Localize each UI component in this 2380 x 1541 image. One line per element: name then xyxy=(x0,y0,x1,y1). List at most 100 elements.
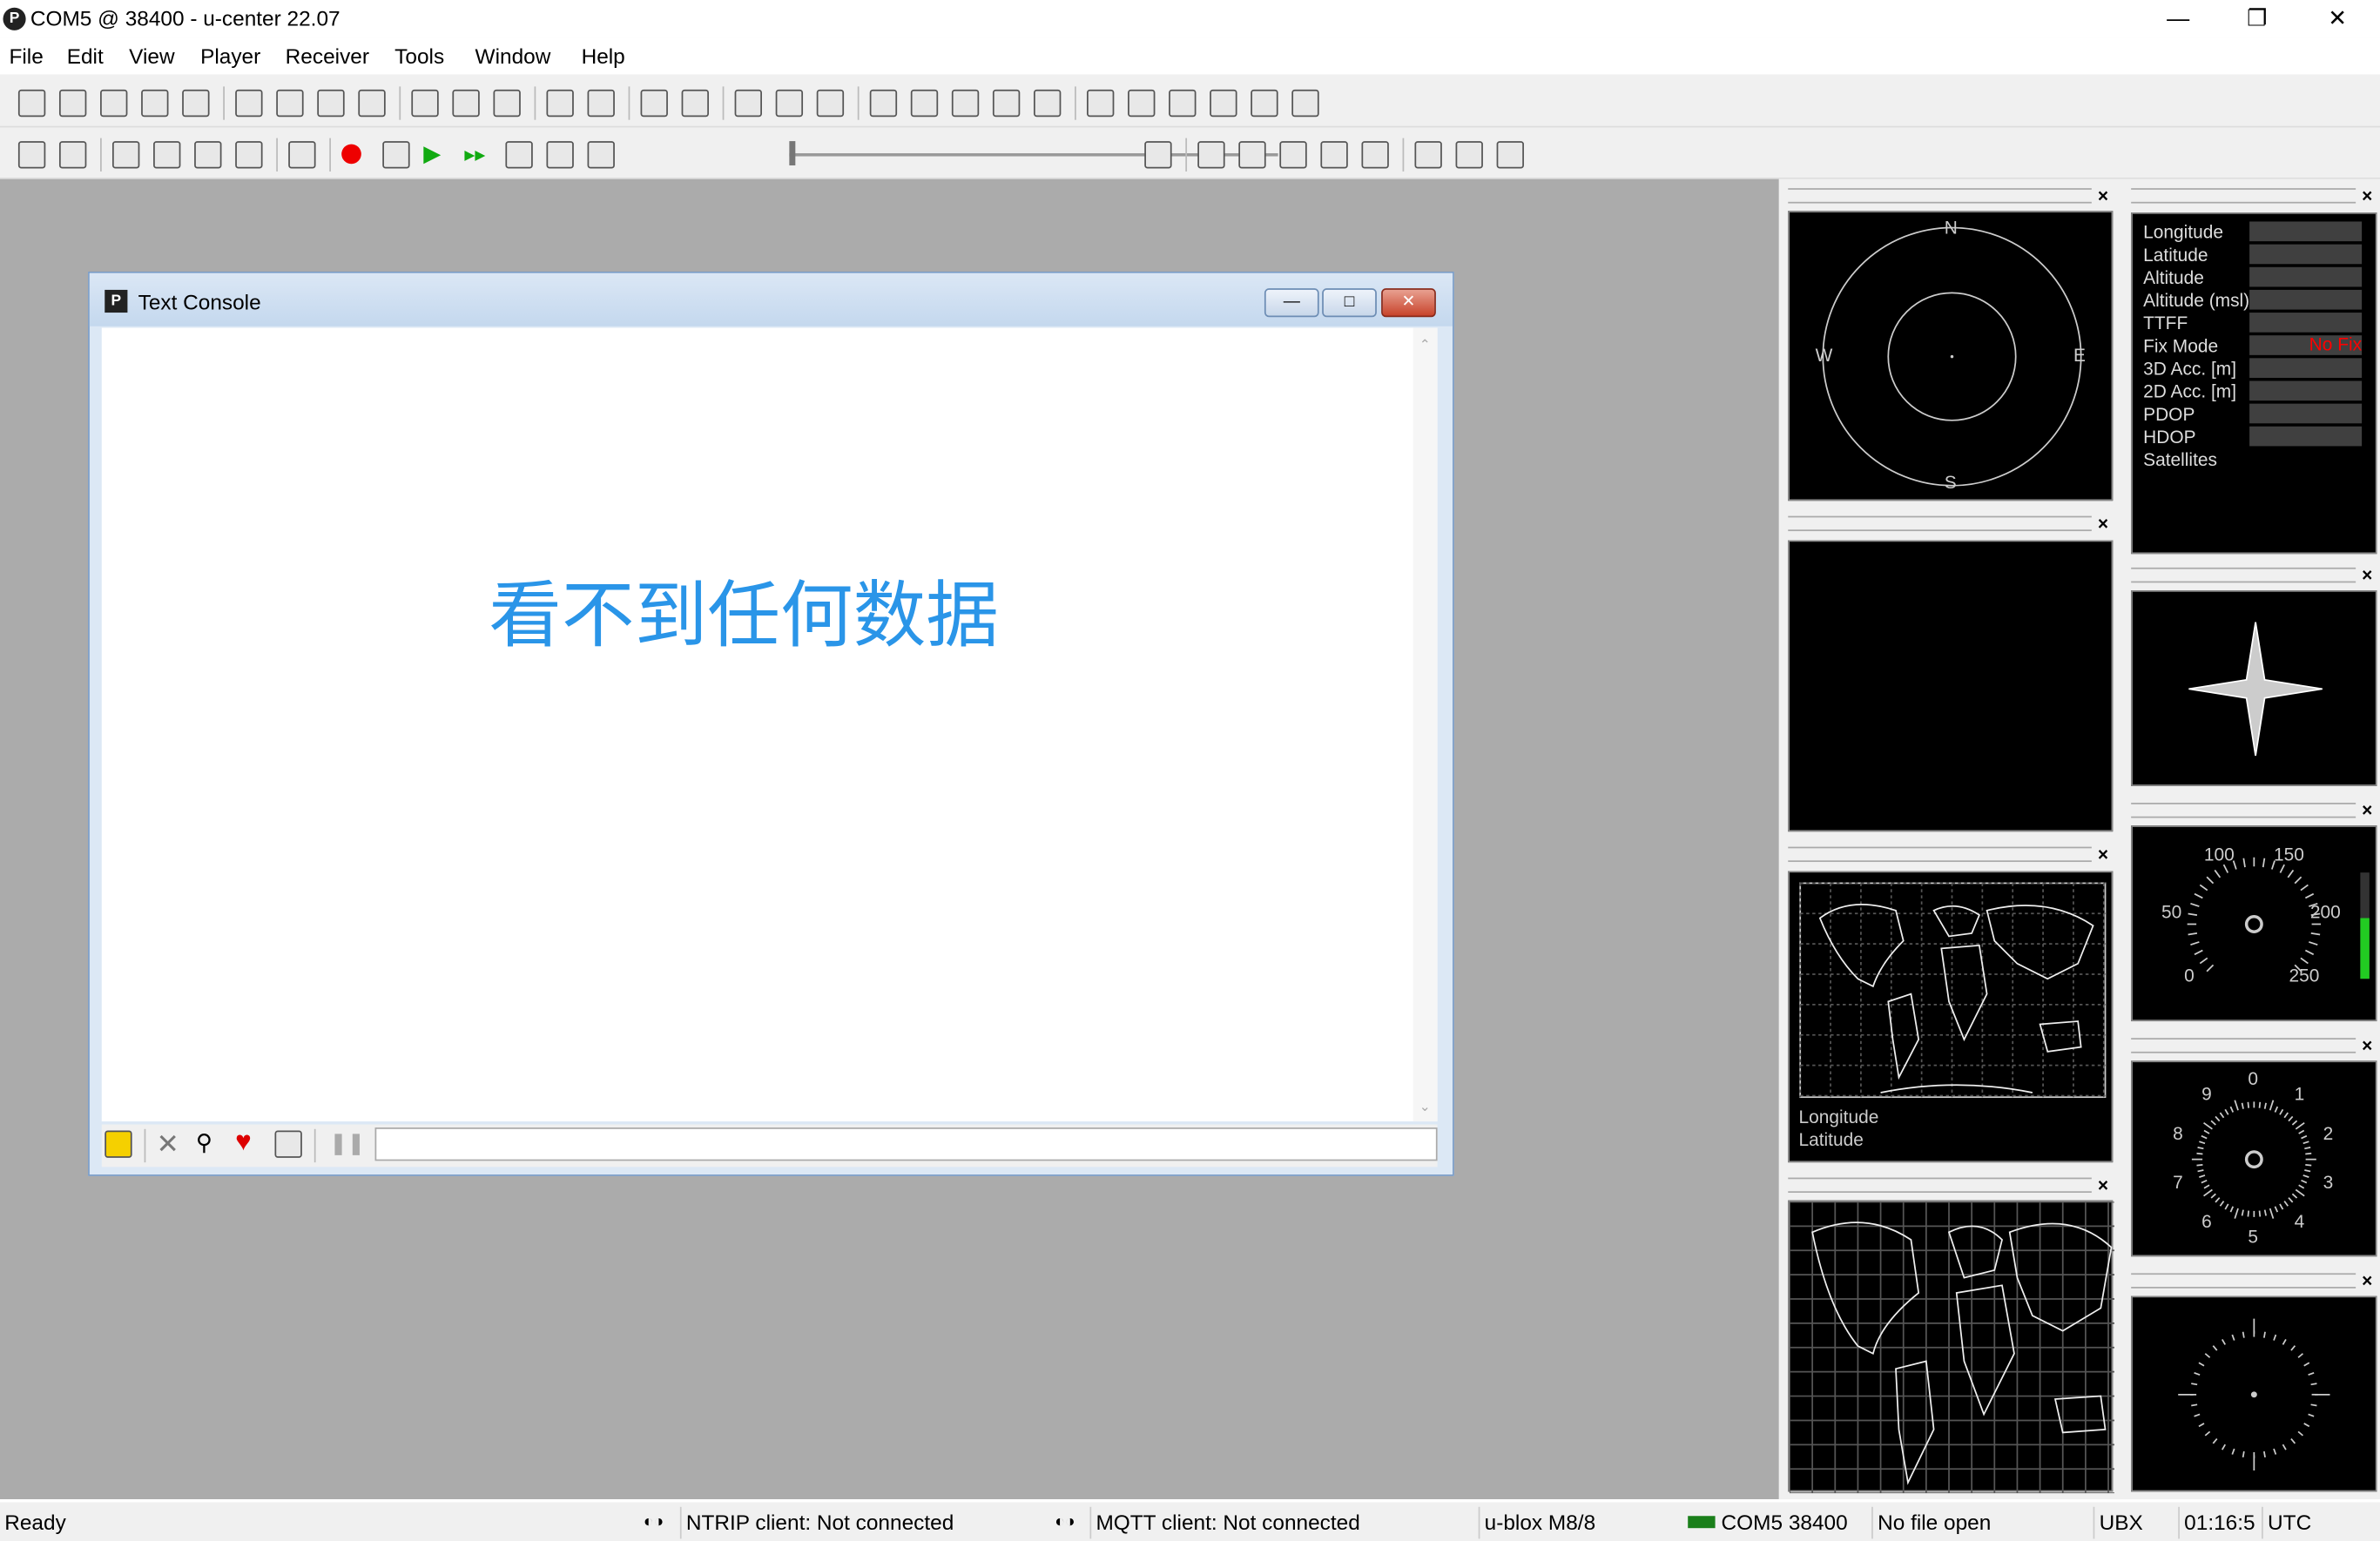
console-output[interactable]: 看不到任何数据 ⌃ ⌄ xyxy=(101,327,1438,1122)
menu-edit[interactable]: Edit xyxy=(67,44,104,69)
msg-add2-icon[interactable] xyxy=(1361,141,1389,169)
console-maximize-button[interactable]: □ xyxy=(1322,288,1377,318)
signal-icon[interactable] xyxy=(992,89,1021,118)
heart-icon[interactable]: ♥ xyxy=(235,1126,252,1158)
status-ntrip[interactable]: NTRIP client: Not connected xyxy=(679,1506,1032,1539)
save-log-icon[interactable] xyxy=(274,1130,302,1158)
pause-icon[interactable]: ❚❚ xyxy=(329,1131,365,1157)
restore-button[interactable]: ❐ xyxy=(2219,0,2295,38)
config3-icon[interactable] xyxy=(1496,141,1524,169)
scroll-down-icon[interactable]: ⌄ xyxy=(1419,1099,1431,1115)
baudrate-icon[interactable] xyxy=(58,141,87,169)
doc3-icon[interactable] xyxy=(493,89,521,118)
doc2-icon[interactable] xyxy=(452,89,480,118)
close-button[interactable]: ✕ xyxy=(2300,0,2376,38)
satellite-icon[interactable] xyxy=(951,89,980,118)
config2-icon[interactable] xyxy=(1455,141,1483,169)
clear-icon[interactable]: ✕ xyxy=(157,1129,179,1161)
slider-thumb[interactable] xyxy=(789,141,796,165)
table-icon[interactable] xyxy=(681,89,709,118)
sky-icon[interactable] xyxy=(869,89,898,118)
warm-start-icon[interactable] xyxy=(1238,141,1266,169)
data-view-panel-close-icon[interactable]: × xyxy=(2362,186,2372,205)
clear-icon[interactable] xyxy=(358,89,386,118)
world-map-panel-close-icon[interactable]: × xyxy=(2098,845,2108,864)
graph-icon[interactable] xyxy=(775,89,804,118)
chart-icon[interactable] xyxy=(734,89,762,118)
step-back-icon[interactable] xyxy=(505,141,533,169)
list-icon[interactable] xyxy=(1128,89,1156,118)
msg-add-icon[interactable] xyxy=(1320,141,1348,169)
save-icon[interactable] xyxy=(58,89,87,118)
status-icon[interactable] xyxy=(1291,89,1319,118)
print-preview-icon[interactable] xyxy=(182,89,210,118)
data-view-panel-grip[interactable] xyxy=(2131,188,2356,204)
play-icon[interactable]: ▶ xyxy=(423,141,450,168)
time-dial-panel-close-icon[interactable]: × xyxy=(2362,1036,2372,1054)
menu-tools[interactable]: Tools xyxy=(394,44,444,69)
lock-icon[interactable] xyxy=(105,1130,132,1158)
radar-icon[interactable] xyxy=(910,89,939,118)
world-icon[interactable] xyxy=(1086,89,1115,118)
console-close-button[interactable]: ✕ xyxy=(1381,288,1436,318)
deviation-panel-close-icon[interactable]: × xyxy=(2362,1272,2372,1290)
console-minimize-button[interactable]: — xyxy=(1264,288,1319,318)
signal-panel-grip[interactable] xyxy=(1788,515,2092,532)
histogram-icon[interactable] xyxy=(816,89,845,118)
mercator-map-panel-close-icon[interactable]: × xyxy=(2098,1176,2108,1194)
sky-view-panel-grip[interactable] xyxy=(1788,188,2092,204)
open-icon[interactable] xyxy=(100,89,128,118)
copy-icon[interactable] xyxy=(276,89,304,118)
debug-icon[interactable] xyxy=(153,141,181,169)
hot-start-icon[interactable] xyxy=(1197,141,1225,169)
speedometer-panel-close-icon[interactable]: × xyxy=(2362,801,2372,819)
compass-icon[interactable] xyxy=(1169,89,1197,118)
record-icon[interactable] xyxy=(341,144,361,165)
time-dial-panel-grip[interactable] xyxy=(2131,1038,2356,1053)
view2-icon[interactable] xyxy=(587,89,615,118)
cut-icon[interactable] xyxy=(235,89,263,118)
filter-icon[interactable]: ⚲ xyxy=(196,1129,212,1157)
status-port[interactable]: COM5 38400 xyxy=(1716,1507,1868,1539)
paste-icon[interactable] xyxy=(317,89,345,118)
menu-window[interactable]: Window xyxy=(475,44,551,69)
sky-view-panel-close-icon[interactable]: × xyxy=(2098,186,2108,205)
fast-forward-icon[interactable]: ▶▶ xyxy=(464,141,491,168)
end-icon[interactable] xyxy=(1144,141,1172,169)
pause-icon[interactable] xyxy=(382,141,410,169)
mercator-map-panel-grip[interactable] xyxy=(1788,1177,2092,1193)
scroll-up-icon[interactable]: ⌃ xyxy=(1419,337,1431,353)
deviation-icon[interactable] xyxy=(1210,89,1237,118)
command-input[interactable] xyxy=(374,1127,1438,1161)
menu-help[interactable]: Help xyxy=(582,44,625,69)
doc1-icon[interactable] xyxy=(411,89,439,118)
minimize-button[interactable]: — xyxy=(2141,0,2216,38)
download-icon[interactable] xyxy=(194,141,222,169)
status-mqtt[interactable]: MQTT client: Not connected xyxy=(1089,1506,1441,1539)
new-icon[interactable] xyxy=(17,89,46,118)
compass-panel-close-icon[interactable]: × xyxy=(2362,566,2372,584)
menu-player[interactable]: Player xyxy=(200,44,260,69)
print-icon[interactable] xyxy=(141,89,169,118)
sum-icon[interactable] xyxy=(640,89,668,118)
eject-icon[interactable] xyxy=(288,141,316,169)
deviation-panel-grip[interactable] xyxy=(2131,1273,2356,1289)
view1-icon[interactable] xyxy=(546,89,574,118)
menu-file[interactable]: File xyxy=(9,44,43,69)
autobaud-icon[interactable] xyxy=(111,141,140,169)
cold-start-icon[interactable] xyxy=(1279,141,1307,169)
menu-view[interactable]: View xyxy=(129,44,174,69)
speedometer-panel-grip[interactable] xyxy=(2131,803,2356,818)
console-scrollbar[interactable]: ⌃ ⌄ xyxy=(1412,327,1438,1122)
signal-panel-close-icon[interactable]: × xyxy=(2098,515,2108,533)
settings-icon[interactable] xyxy=(235,141,263,169)
level-icon[interactable] xyxy=(1033,89,1062,118)
step-forward-icon[interactable] xyxy=(546,141,574,169)
world-map-panel-grip[interactable] xyxy=(1788,846,2092,863)
clock-icon[interactable] xyxy=(1251,89,1278,118)
compass-panel-grip[interactable] xyxy=(2131,567,2356,583)
config1-icon[interactable] xyxy=(1414,141,1442,169)
connection-icon[interactable] xyxy=(17,141,46,169)
menu-receiver[interactable]: Receiver xyxy=(286,44,369,69)
console-titlebar[interactable]: P Text Console — □ ✕ xyxy=(89,273,1453,326)
